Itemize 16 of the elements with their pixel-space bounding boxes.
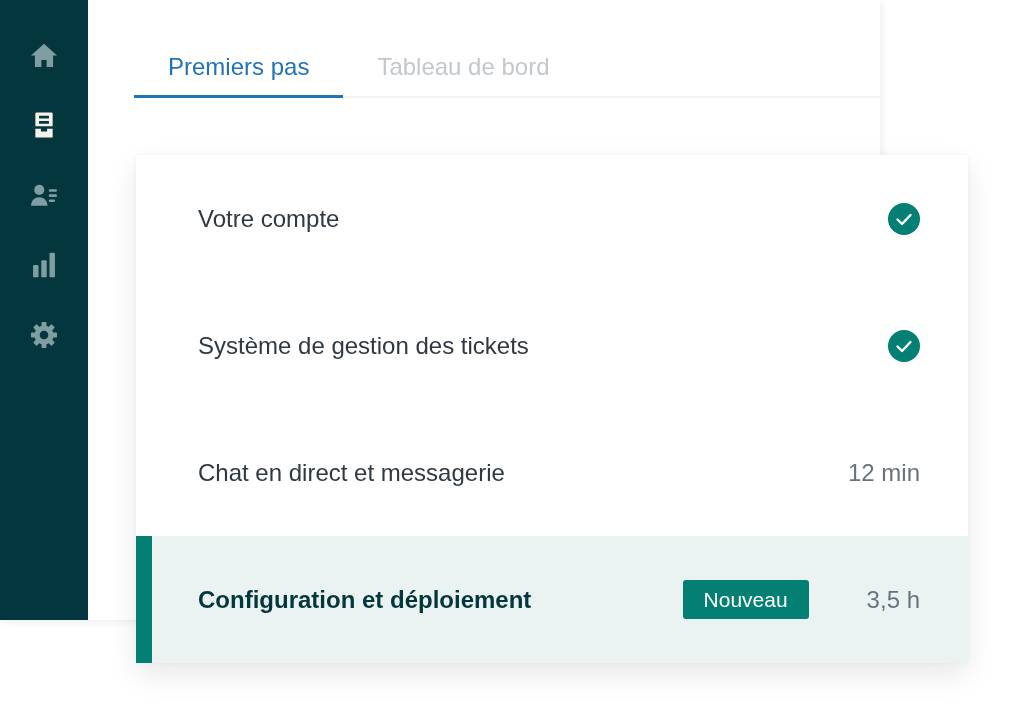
settings-icon: [31, 322, 57, 348]
item-title: Chat en direct et messagerie: [198, 458, 506, 487]
item-title: Votre compte: [198, 204, 341, 233]
tab[interactable]: Premiers pas: [134, 36, 344, 98]
duration-text: 12 min: [847, 458, 920, 487]
checklist-item[interactable]: Votre compte: [136, 155, 968, 282]
contacts-icon: [31, 182, 57, 208]
duration-text: 3,5 h: [866, 585, 920, 614]
bar-chart-icon: [31, 252, 57, 278]
new-badge: Nouveau: [682, 580, 809, 619]
item-title: Système de gestion des tickets: [198, 331, 530, 360]
checklist-item[interactable]: Chat en direct et messagerie 12 min: [136, 409, 968, 536]
checklist-item[interactable]: Configuration et déploiement Nouveau 3,5 h: [136, 536, 968, 663]
item-title: Configuration et déploiement: [198, 585, 533, 614]
home-icon: [31, 42, 57, 68]
checklist-item[interactable]: Système de gestion des tickets: [136, 282, 968, 409]
